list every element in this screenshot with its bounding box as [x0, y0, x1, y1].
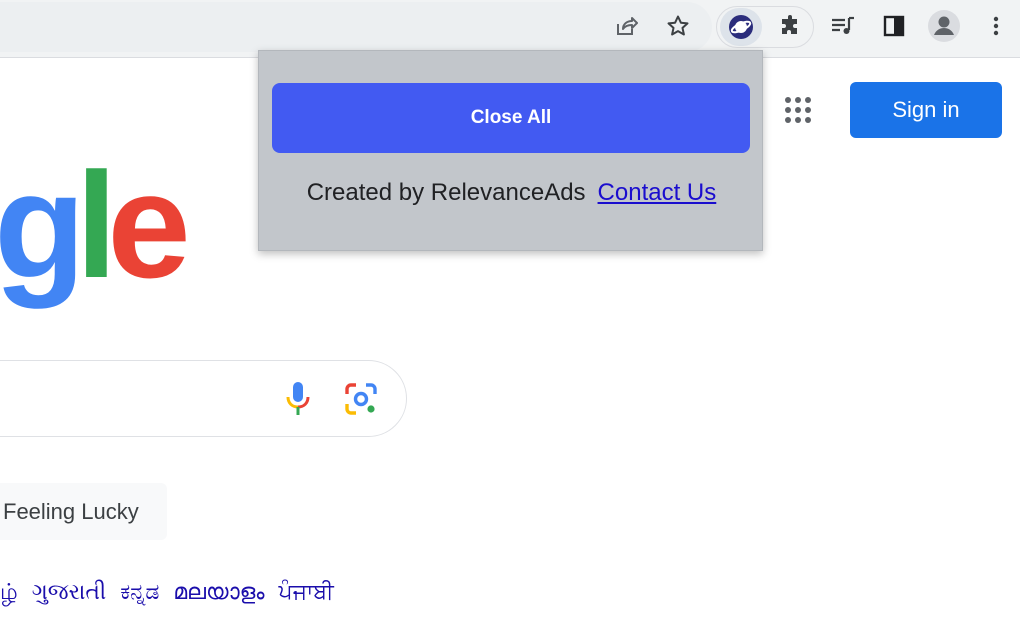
language-link-tamil[interactable]: ழ்	[0, 580, 18, 605]
language-link-punjabi[interactable]: ਪੰਜਾਬੀ	[279, 580, 334, 605]
share-icon[interactable]	[609, 9, 643, 43]
language-links: ழ் ગુજરાતી ಕನ್ನಡ മലയാളം ਪੰਜਾਬੀ	[0, 580, 348, 608]
more-menu-icon[interactable]	[979, 9, 1013, 43]
close-all-button[interactable]: Close All	[272, 83, 750, 153]
extension-planet-icon[interactable]	[720, 8, 762, 46]
language-link-kannada[interactable]: ಕನ್ನಡ	[120, 580, 159, 605]
browser-window: gle Sign in Feeling Lucky ழ் ગુજરાતી ಕನ್ನಡ…	[0, 0, 1020, 638]
language-link-gujarati[interactable]: ગુજરાતી	[32, 580, 107, 605]
puzzle-extensions-icon[interactable]	[774, 9, 808, 43]
logo-letter-g: g	[0, 141, 86, 309]
address-bar[interactable]	[0, 2, 712, 52]
logo-letter-e: e	[107, 141, 190, 309]
side-panel-icon[interactable]	[877, 9, 911, 43]
bookmark-star-icon[interactable]	[661, 9, 695, 43]
created-by-text: Created by RelevanceAds	[306, 179, 586, 206]
google-apps-icon[interactable]	[784, 96, 812, 124]
contact-us-link[interactable]: Contact Us	[598, 179, 717, 206]
language-link-malayalam[interactable]: മലയാളം	[173, 580, 264, 605]
feeling-lucky-button[interactable]: Feeling Lucky	[0, 483, 167, 540]
popup-footer: Created by RelevanceAds Contact Us	[259, 179, 764, 207]
profile-avatar-icon[interactable]	[927, 9, 961, 43]
sign-in-button[interactable]: Sign in	[850, 82, 1002, 138]
google-logo: gle	[0, 150, 191, 300]
image-search-icon[interactable]	[344, 382, 378, 416]
extension-popup: Close All Created by RelevanceAds Contact…	[258, 50, 763, 251]
voice-search-icon[interactable]	[284, 380, 312, 418]
media-control-icon[interactable]	[826, 9, 860, 43]
logo-letter-l: l	[75, 141, 118, 309]
